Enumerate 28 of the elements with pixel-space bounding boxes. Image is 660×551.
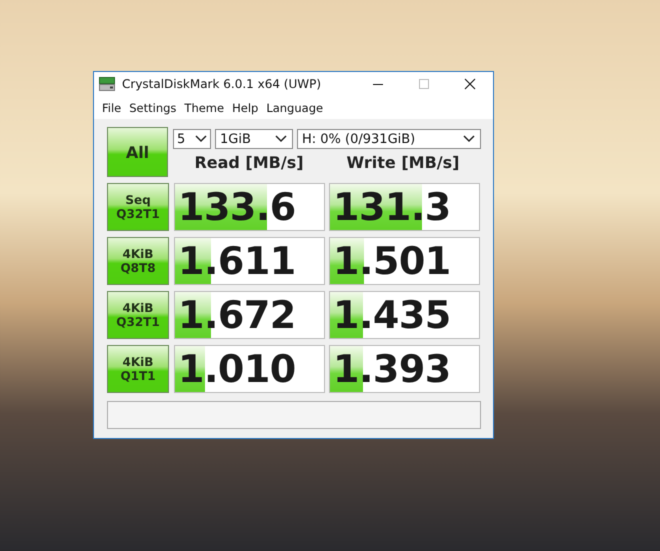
test-button[interactable]: 4KiB Q32T1 [107, 291, 169, 339]
menu-item[interactable]: Theme [180, 100, 228, 114]
test-button[interactable]: 4KiB Q8T8 [107, 237, 169, 285]
menu-item[interactable]: File [98, 100, 126, 114]
menu-item[interactable]: Settings [125, 100, 180, 114]
speed-value: 131.3 [332, 185, 451, 229]
menu-item[interactable]: Help [228, 100, 262, 114]
speed-value: 1.435 [332, 293, 451, 337]
speed-value: 1.393 [332, 347, 451, 391]
count-dropdown[interactable]: 5 [173, 129, 211, 149]
speed-value: 1.672 [177, 293, 296, 337]
speed-value: 1.010 [177, 347, 296, 391]
speed-value: 133.6 [177, 185, 296, 229]
column-header: Read [MB/s] [193, 153, 305, 172]
speed-value: 1.501 [332, 239, 451, 283]
disk-drive-icon [99, 77, 115, 91]
all-button[interactable]: All [107, 127, 168, 177]
speed-value: 1.611 [177, 239, 296, 283]
chevron-down-icon [275, 135, 287, 143]
chevron-down-icon [463, 135, 475, 143]
size-dropdown[interactable]: 1GiB [215, 129, 293, 149]
drive-dropdown[interactable]: H: 0% (0/931GiB) [297, 129, 481, 149]
menu-item[interactable]: Language [262, 100, 328, 114]
window-title: CrystalDiskMark 6.0.1 x64 (UWP) [122, 77, 322, 91]
column-header: Write [MB/s] [346, 153, 460, 172]
chevron-down-icon [195, 135, 207, 143]
test-button[interactable]: 4KiB Q1T1 [107, 345, 169, 393]
test-button[interactable]: Seq Q32T1 [107, 183, 169, 231]
